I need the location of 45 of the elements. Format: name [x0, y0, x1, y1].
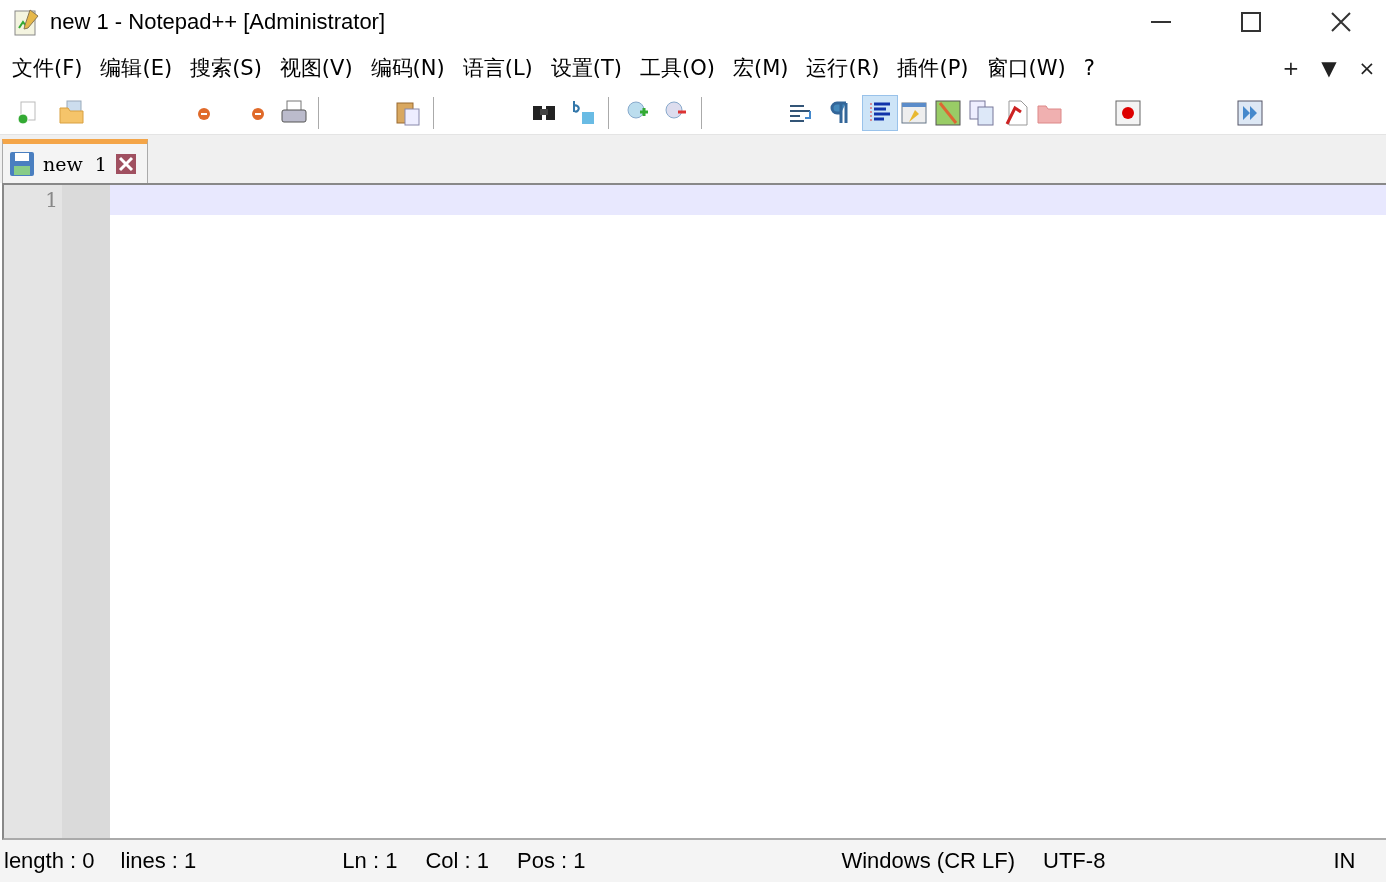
minimize-icon	[1151, 21, 1171, 23]
status-encoding: UTF-8	[1043, 848, 1106, 874]
save-icon	[9, 150, 35, 177]
indent-guide-button[interactable]	[862, 95, 898, 131]
function-list-icon	[1003, 100, 1029, 126]
status-pos: Pos : 1	[517, 848, 586, 874]
menu-item[interactable]: ?	[1075, 56, 1103, 80]
run-macro-icon	[1237, 100, 1263, 126]
menu-item[interactable]: 运行(R)	[798, 54, 888, 82]
documents-icon	[969, 100, 995, 126]
menu-item[interactable]: 视图(V)	[271, 54, 361, 82]
tab-label: new 1	[43, 152, 107, 175]
tab-list-button[interactable]: ▼	[1310, 56, 1348, 80]
status-col: Col : 1	[425, 848, 489, 874]
document-tab[interactable]: new 1	[2, 139, 148, 183]
replace-icon	[571, 100, 597, 126]
maximize-icon	[1241, 12, 1261, 32]
notepad-icon	[12, 8, 40, 36]
menu-item[interactable]: 工具(O)	[632, 54, 723, 82]
line-number: 1	[45, 188, 58, 212]
close-icon[interactable]	[114, 152, 137, 175]
close-icon	[1331, 12, 1351, 32]
status-ln: Ln : 1	[342, 848, 398, 874]
print-icon	[281, 100, 307, 126]
new-tab-button[interactable]: +	[1272, 56, 1310, 80]
menu-item[interactable]: 语言(L)	[454, 54, 541, 82]
close-tab-button[interactable]: ×	[1348, 56, 1386, 80]
status-eol: Windows (CR LF)	[841, 848, 1016, 874]
menu-item[interactable]: 窗口(W)	[978, 54, 1074, 82]
folder-icon	[59, 100, 85, 126]
menu-item[interactable]: 插件(P)	[889, 54, 977, 82]
menu-item[interactable]: 宏(M)	[724, 54, 797, 82]
window-icon	[901, 100, 927, 126]
menu-item[interactable]: 搜索(S)	[182, 54, 270, 82]
map-icon	[935, 100, 961, 126]
window-title: new 1 - Notepad++ [Administrator]	[50, 9, 387, 35]
status-lines: lines : 1	[120, 848, 197, 874]
paste-icon	[396, 100, 422, 126]
menu-item[interactable]: 编辑(E)	[92, 54, 181, 82]
menu-item[interactable]: 文件(F)	[4, 54, 91, 82]
record-icon	[1115, 100, 1141, 126]
status-length: length : 0	[4, 848, 95, 874]
menu-item[interactable]: 设置(T)	[542, 54, 631, 82]
menu-item[interactable]: 编码(N)	[362, 54, 453, 82]
status-mode: IN	[1333, 848, 1356, 874]
